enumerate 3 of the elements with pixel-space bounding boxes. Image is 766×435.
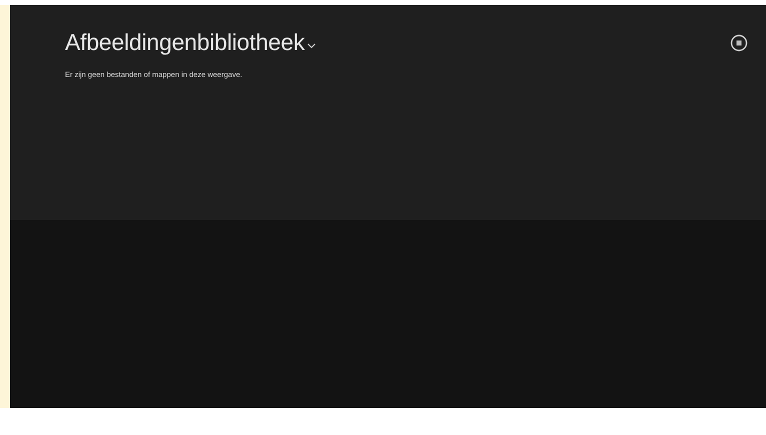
chevron-down-icon[interactable] [306, 42, 316, 48]
library-title[interactable]: Afbeeldingenbibliotheek [65, 29, 305, 56]
view-options-icon[interactable] [730, 34, 748, 52]
